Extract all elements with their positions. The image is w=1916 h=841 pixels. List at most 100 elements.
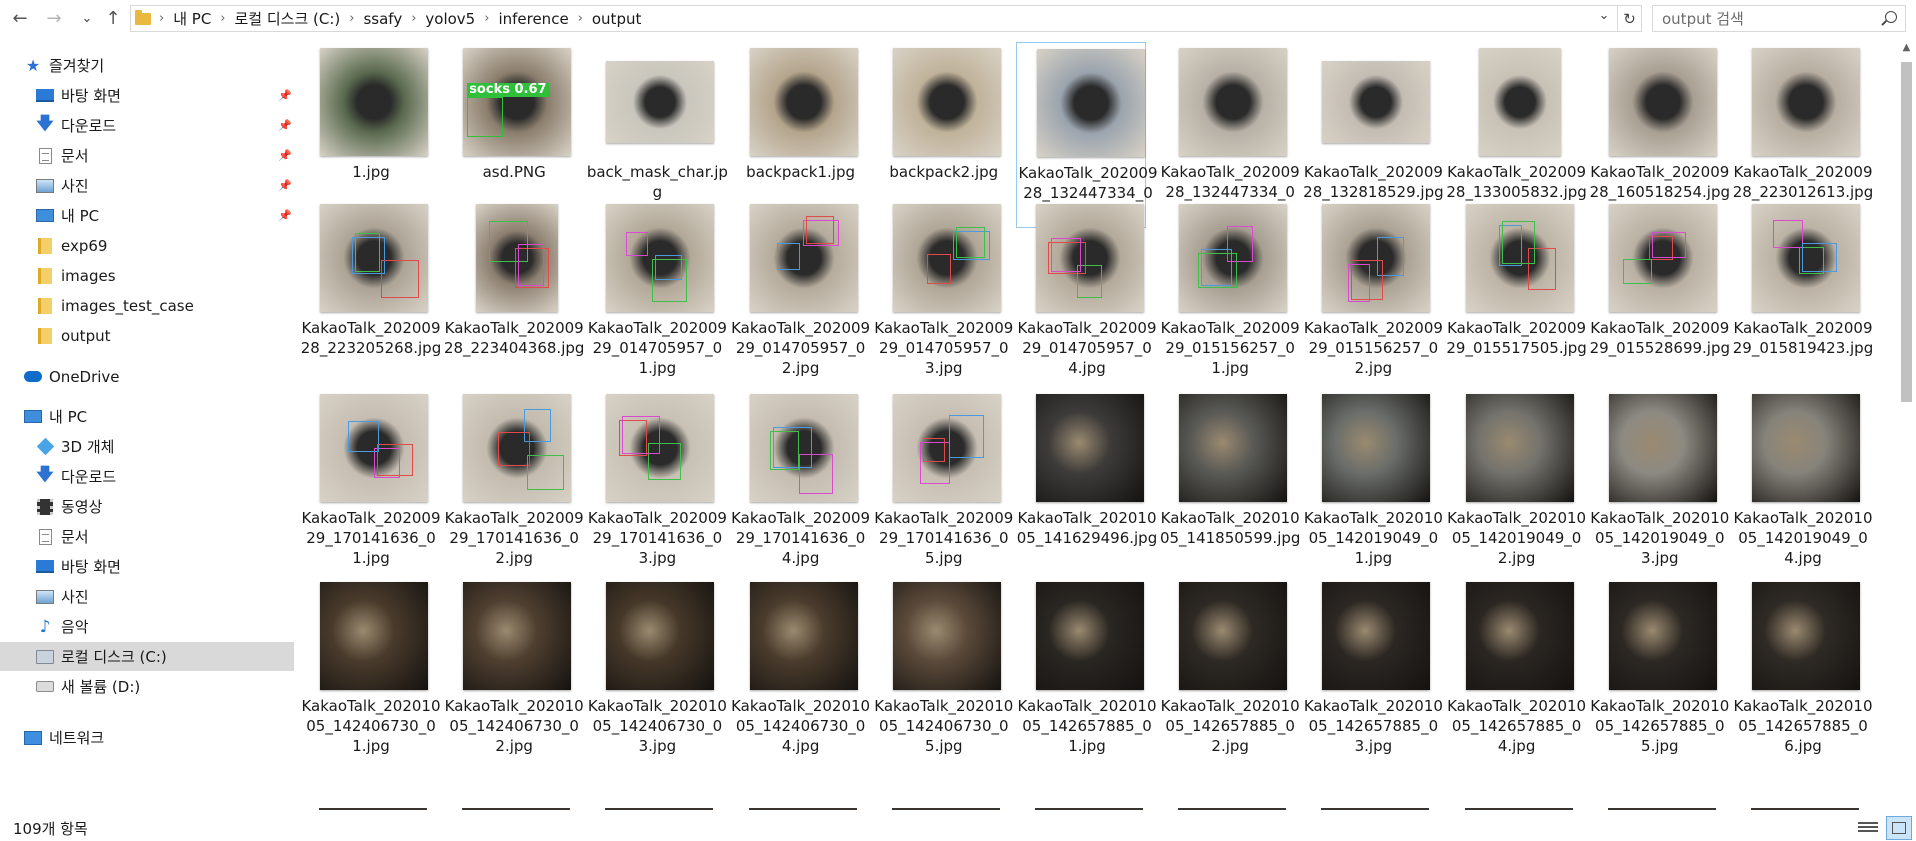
file-item[interactable]: KakaoTalk_20200929_015156257_01.jpg (1159, 198, 1300, 384)
thumbnail-frame (1321, 581, 1431, 691)
sidebar-item-pc[interactable]: 바탕 화면 (0, 552, 294, 581)
file-item[interactable]: KakaoTalk_20200929_015528699.jpg (1589, 198, 1730, 384)
file-item[interactable]: KakaoTalk_20200929_170141636_03.jpg (586, 388, 727, 574)
sidebar-this-pc[interactable]: 내 PC (0, 402, 294, 431)
chevron-right-icon[interactable]: › (411, 11, 416, 26)
sidebar-item-pc[interactable]: 문서 (0, 522, 294, 551)
chevron-right-icon[interactable]: › (484, 11, 489, 26)
up-arrow-icon[interactable]: ↑ (99, 3, 127, 33)
file-item[interactable]: KakaoTalk_20201005_141850599.jpg (1159, 388, 1300, 574)
sidebar-item-pc[interactable]: 동영상 (0, 492, 294, 521)
file-item-partial[interactable] (748, 808, 857, 810)
file-item[interactable]: KakaoTalk_20200929_014705957_03.jpg (873, 198, 1013, 384)
file-item[interactable]: KakaoTalk_20200929_015156257_02.jpg (1302, 198, 1443, 384)
sidebar-item-quick[interactable]: output (0, 321, 294, 350)
file-item[interactable]: KakaoTalk_20201005_142657885_05.jpg (1589, 576, 1729, 762)
file-item[interactable]: KakaoTalk_20200929_015819423.jpg (1732, 198, 1873, 384)
file-item[interactable]: KakaoTalk_20201005_142406730_02.jpg (443, 576, 584, 762)
breadcrumb-item[interactable]: 내 PC (173, 8, 211, 29)
file-item[interactable]: KakaoTalk_20200929_014705957_01.jpg (586, 198, 727, 384)
file-item[interactable]: KakaoTalk_20201005_142019049_01.jpg (1302, 388, 1443, 574)
file-item-partial[interactable] (1178, 808, 1287, 810)
file-item-partial[interactable] (1607, 808, 1716, 810)
file-item[interactable]: KakaoTalk_20201005_142657885_02.jpg (1159, 576, 1300, 762)
scroll-up-icon[interactable]: ▲ (1897, 42, 1916, 59)
file-item[interactable]: KakaoTalk_20201005_142019049_04.jpg (1732, 388, 1873, 574)
scrollbar-thumb[interactable] (1901, 62, 1912, 402)
chevron-right-icon[interactable]: › (159, 11, 164, 26)
file-item-partial[interactable] (462, 808, 571, 810)
file-item[interactable]: KakaoTalk_20201005_142406730_01.jpg (300, 576, 441, 762)
file-item-partial[interactable] (1035, 808, 1143, 810)
file-item[interactable]: KakaoTalk_20200929_015517505.jpg (1446, 198, 1587, 384)
file-item[interactable]: KakaoTalk_20200929_170141636_02.jpg (443, 388, 584, 574)
file-item-partial[interactable] (1464, 808, 1573, 810)
chevron-right-icon[interactable]: › (349, 11, 354, 26)
breadcrumb-item[interactable]: inference (498, 10, 568, 28)
search-input[interactable] (1662, 9, 1872, 28)
file-item-partial[interactable] (605, 808, 714, 810)
file-item[interactable]: KakaoTalk_20201005_142019049_03.jpg (1589, 388, 1729, 574)
address-dropdown-icon[interactable]: ⌄ (1593, 8, 1615, 23)
sidebar-network[interactable]: 네트워크 (0, 723, 294, 752)
sidebar-item-quick[interactable]: images_test_case (0, 291, 294, 320)
breadcrumb-item[interactable]: 로컬 디스크 (C:) (235, 8, 341, 29)
file-item-partial[interactable] (1321, 808, 1430, 810)
file-item[interactable]: KakaoTalk_20201005_142657885_04.jpg (1446, 576, 1586, 762)
details-view-icon[interactable] (1858, 820, 1878, 836)
sidebar-item-quick[interactable]: exp69 (0, 231, 294, 260)
file-item[interactable]: KakaoTalk_20201005_142019049_02.jpg (1446, 388, 1586, 574)
sidebar-item-pc[interactable]: 🡇 다운로드 (0, 462, 294, 491)
file-item[interactable]: KakaoTalk_20200928_223205268.jpg (300, 198, 441, 384)
breadcrumb-item[interactable]: ssafy (363, 10, 402, 28)
breadcrumb[interactable]: › 내 PC › 로컬 디스크 (C:) › ssafy › yolov5 › … (130, 5, 1618, 32)
file-item[interactable]: KakaoTalk_20201005_142406730_05.jpg (873, 576, 1013, 762)
file-item[interactable]: KakaoTalk_20201005_142657885_03.jpg (1302, 576, 1443, 762)
sidebar-item-quick[interactable]: 문서 📌 (0, 141, 294, 170)
file-item[interactable]: KakaoTalk_20201005_142406730_03.jpg (586, 576, 727, 762)
sidebar-onedrive[interactable]: OneDrive (0, 362, 294, 391)
sidebar-item-pc[interactable]: 사진 (0, 582, 294, 611)
file-name: KakaoTalk_20201005_141629496.jpg (1016, 509, 1158, 547)
file-item[interactable]: KakaoTalk_20200929_170141636_01.jpg (300, 388, 441, 574)
sidebar-quick-access[interactable]: ★ 즐겨찾기 (0, 51, 294, 80)
thumbnail-frame (1035, 393, 1145, 503)
file-item[interactable]: KakaoTalk_20200928_223404368.jpg (443, 198, 584, 384)
back-arrow-icon[interactable]: ← (6, 3, 34, 33)
recent-locations-chevron-icon[interactable]: ⌄ (76, 3, 98, 33)
search-icon[interactable] (1885, 11, 1897, 23)
file-item-partial[interactable] (1751, 808, 1859, 810)
detection-box (926, 254, 951, 284)
sidebar-item-pc[interactable]: 새 볼륨 (D:) (0, 672, 294, 701)
sidebar-item-quick[interactable]: 🡇 다운로드 📌 (0, 111, 294, 140)
file-item[interactable]: KakaoTalk_20200929_170141636_04.jpg (730, 388, 870, 574)
search-box[interactable] (1652, 5, 1906, 32)
file-item[interactable]: KakaoTalk_20200929_014705957_04.jpg (1016, 198, 1157, 384)
file-item[interactable]: KakaoTalk_20201005_142657885_06.jpg (1732, 576, 1873, 762)
vertical-scrollbar[interactable]: ▲ (1897, 42, 1916, 810)
file-item[interactable]: KakaoTalk_20200929_170141636_05.jpg (873, 388, 1013, 574)
chevron-right-icon[interactable]: › (578, 11, 583, 26)
thumbnail-image (463, 582, 572, 690)
file-item[interactable]: KakaoTalk_20201005_142406730_04.jpg (730, 576, 870, 762)
breadcrumb-item[interactable]: yolov5 (425, 10, 475, 28)
forward-arrow-icon[interactable]: → (40, 3, 68, 33)
sidebar-item-pc[interactable]: ♪ 음악 (0, 612, 294, 641)
sidebar-item-pc[interactable]: 로컬 디스크 (C:) (0, 642, 294, 671)
refresh-icon[interactable]: ↻ (1618, 5, 1642, 32)
thumbnail-image (1037, 49, 1145, 157)
detection-box (622, 416, 661, 454)
sidebar-item-quick[interactable]: images (0, 261, 294, 290)
file-item[interactable]: KakaoTalk_20200929_014705957_02.jpg (730, 198, 870, 384)
chevron-right-icon[interactable]: › (220, 11, 225, 26)
file-item-partial[interactable] (891, 808, 1000, 810)
file-item-partial[interactable] (319, 808, 427, 810)
sidebar-item-quick[interactable]: 사진 📌 (0, 171, 294, 200)
file-item[interactable]: KakaoTalk_20201005_142657885_01.jpg (1016, 576, 1157, 762)
breadcrumb-item-current[interactable]: output (592, 10, 641, 28)
sidebar-item-pc[interactable]: 3D 개체 (0, 432, 294, 461)
file-item[interactable]: KakaoTalk_20201005_141629496.jpg (1016, 388, 1157, 574)
large-icons-view-icon[interactable] (1886, 816, 1912, 840)
sidebar-item-quick[interactable]: 바탕 화면 📌 (0, 81, 294, 110)
sidebar-item-quick[interactable]: 내 PC 📌 (0, 201, 294, 230)
